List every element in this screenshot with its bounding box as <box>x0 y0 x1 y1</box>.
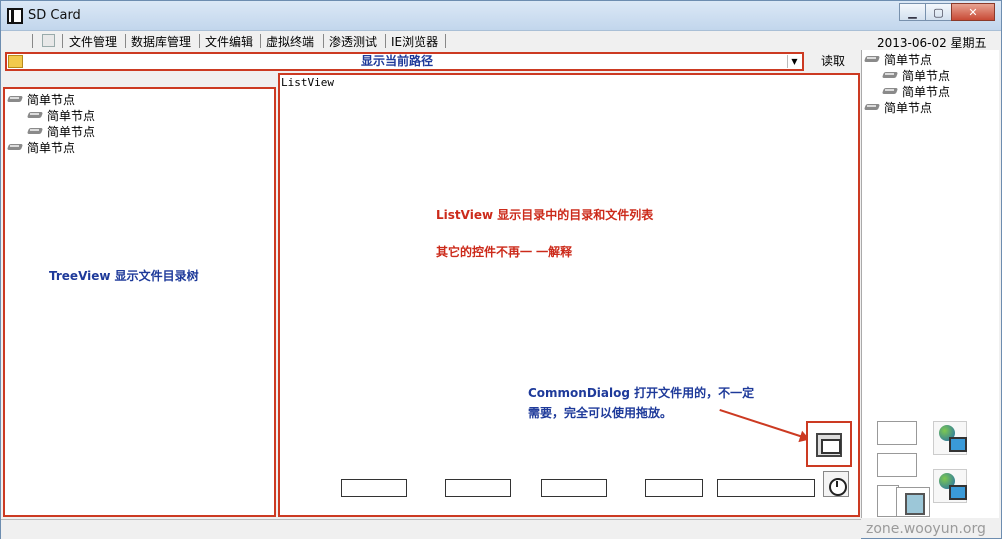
maximize-button[interactable]: ▢ <box>925 3 952 21</box>
title-bar[interactable]: SD Card ▁ ▢ ✕ <box>1 1 1001 31</box>
maximize-icon: ▢ <box>933 5 944 19</box>
commondialog-icon <box>816 433 842 457</box>
window-title: SD Card <box>28 8 81 23</box>
tree-node[interactable]: 简单节点 <box>27 123 95 139</box>
drive-icon <box>7 94 24 104</box>
drive-icon <box>27 110 44 120</box>
close-button[interactable]: ✕ <box>951 3 995 21</box>
annotation-arrow <box>719 409 808 440</box>
menu-item-file-manage[interactable]: 文件管理 <box>69 33 117 50</box>
hourglass-icon <box>896 487 930 517</box>
listview-annotation: ListView 显示目录中的目录和文件列表 <box>436 208 654 222</box>
menu-item-virtual-terminal[interactable]: 虚拟终端 <box>266 33 314 50</box>
tree-node-label: 简单节点 <box>902 68 951 83</box>
app-window: SD Card ▁ ▢ ✕ 文件管理 数据库管理 文件编辑 虚拟终端 渗透测试 … <box>0 0 1002 539</box>
globe-network-icon[interactable] <box>933 421 967 455</box>
drive-icon <box>864 54 881 64</box>
window-controls: ▁ ▢ ✕ <box>899 3 995 21</box>
text-box[interactable] <box>445 479 511 497</box>
menu-item-pentest[interactable]: 渗透测试 <box>329 33 377 50</box>
tree-node-label: 简单节点 <box>27 140 76 155</box>
minimize-icon: ▁ <box>908 5 917 19</box>
menu-separator <box>199 34 200 48</box>
chevron-down-icon[interactable]: ▼ <box>787 55 801 68</box>
tree-node[interactable]: 简单节点 <box>864 51 932 67</box>
tree-node[interactable]: 简单节点 <box>882 67 950 83</box>
text-box[interactable] <box>717 479 815 497</box>
tree-node-label: 简单节点 <box>27 92 76 107</box>
menu-separator <box>385 34 386 48</box>
tree-node-label: 简单节点 <box>47 108 96 123</box>
menu-item-ie-browser[interactable]: IE浏览器 <box>391 33 438 50</box>
tree-node[interactable]: 简单节点 <box>882 83 950 99</box>
menu-separator <box>62 34 63 48</box>
path-combobox[interactable]: 显示当前路径 ▼ <box>5 52 804 71</box>
tree-node-label: 简单节点 <box>884 52 933 67</box>
tree-node[interactable]: 简单节点 <box>864 99 932 115</box>
menu-separator <box>125 34 126 48</box>
status-bar <box>1 519 861 539</box>
globe-network-icon[interactable] <box>933 469 967 503</box>
tree-node[interactable]: 简单节点 <box>7 91 75 107</box>
minimize-button[interactable]: ▁ <box>899 3 926 21</box>
date-label: 2013-06-02 星期五 <box>877 36 987 50</box>
controls-annotation: 其它的控件不再一 一解释 <box>436 245 573 259</box>
text-box[interactable] <box>877 453 917 477</box>
text-box[interactable] <box>541 479 607 497</box>
text-box[interactable] <box>645 479 703 497</box>
menu-separator <box>323 34 324 48</box>
drive-icon <box>7 142 24 152</box>
menu-separator <box>445 34 446 48</box>
text-box[interactable] <box>341 479 407 497</box>
tree-node-label: 简单节点 <box>884 100 933 115</box>
tree-node-label: 简单节点 <box>47 124 96 139</box>
menu-checkbox[interactable] <box>42 34 55 47</box>
tree-view[interactable]: 简单节点 简单节点 简单节点 简单节点 TreeView 显示文件目录树 <box>3 87 276 517</box>
menu-separator <box>32 34 33 48</box>
drive-icon <box>882 70 899 80</box>
menu-separator <box>260 34 261 48</box>
menu-item-file-edit[interactable]: 文件编辑 <box>205 33 253 50</box>
commondialog-annotation: CommonDialog 打开文件用的，不一定需要，完全可以使用拖放。 <box>528 386 755 420</box>
timer-icon[interactable] <box>823 471 849 497</box>
right-tree-view[interactable]: 简单节点 简单节点 简单节点 简单节点 <box>861 50 999 518</box>
path-label: 显示当前路径 <box>360 54 433 68</box>
drive-icon <box>882 86 899 96</box>
tree-node-label: 简单节点 <box>902 84 951 99</box>
close-icon: ✕ <box>968 5 978 19</box>
menu-item-database-manage[interactable]: 数据库管理 <box>131 33 191 50</box>
text-box[interactable] <box>877 421 917 445</box>
tree-node[interactable]: 简单节点 <box>27 107 95 123</box>
app-icon <box>7 8 23 24</box>
listview-label: ListView <box>281 76 334 89</box>
drive-icon <box>864 102 881 112</box>
watermark: zone.wooyun.org <box>866 521 986 537</box>
treeview-annotation: TreeView 显示文件目录树 <box>49 269 199 283</box>
read-button[interactable]: 读取 <box>809 52 857 71</box>
menu-bar: 文件管理 数据库管理 文件编辑 虚拟终端 渗透测试 IE浏览器 <box>1 31 861 51</box>
commondialog-control[interactable] <box>806 421 852 467</box>
tree-node[interactable]: 简单节点 <box>7 139 75 155</box>
drive-icon <box>27 126 44 136</box>
list-view[interactable]: ListView ListView 显示目录中的目录和文件列表 其它的控件不再一… <box>278 73 860 517</box>
